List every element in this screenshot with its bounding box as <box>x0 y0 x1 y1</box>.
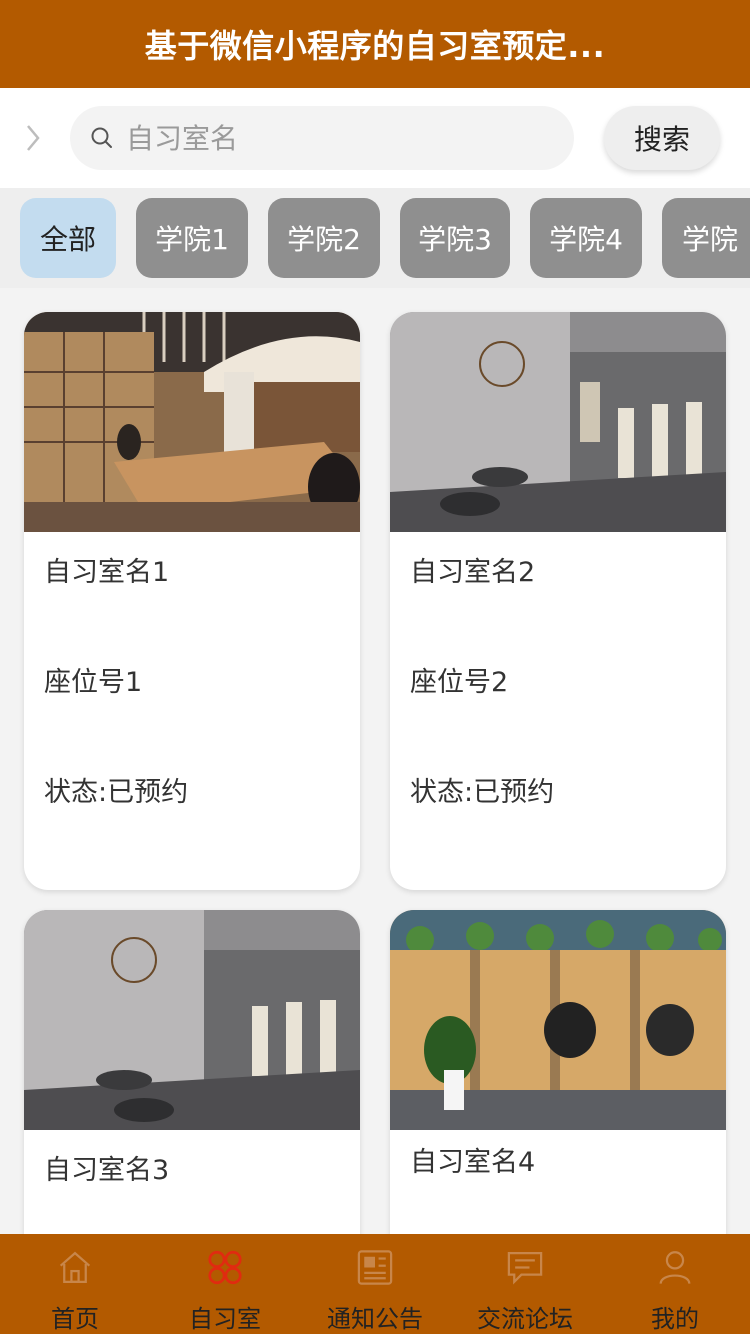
tab-home[interactable]: 首页 <box>0 1234 150 1334</box>
search-icon <box>91 127 112 148</box>
room-status: 状态:已预约 <box>410 777 555 808</box>
tab-label: 交流论坛 <box>477 1305 573 1333</box>
room-card[interactable]: 自习室名2 座位号2 状态:已预约 <box>390 312 726 890</box>
category-chip[interactable]: 学院1 <box>136 198 248 278</box>
title-bar: 基于微信小程序的自习室预定... <box>0 0 750 88</box>
room-photo <box>390 312 726 532</box>
bottom-tab-bar: 首页 自习室 通知公告 交流论坛 我的 <box>0 1234 750 1334</box>
category-chip[interactable]: 学院3 <box>400 198 510 278</box>
tab-label: 自习室 <box>189 1305 261 1333</box>
category-filter: 全部 学院1 学院2 学院3 学院4 学院 <box>0 188 750 288</box>
room-name: 自习室名2 <box>410 557 536 588</box>
category-chip[interactable]: 学院 <box>662 198 750 278</box>
tab-study-room[interactable]: 自习室 <box>150 1234 300 1334</box>
tab-profile[interactable]: 我的 <box>600 1234 750 1334</box>
tab-label: 通知公告 <box>327 1305 423 1333</box>
tab-notices[interactable]: 通知公告 <box>300 1234 450 1334</box>
category-chip-all[interactable]: 全部 <box>20 198 116 278</box>
search-row: 搜索 <box>0 88 750 188</box>
search-input[interactable] <box>126 118 526 158</box>
tab-label: 首页 <box>51 1305 99 1333</box>
user-icon <box>659 1251 691 1284</box>
home-icon <box>59 1251 91 1283</box>
room-photo <box>24 312 360 532</box>
tab-label: 我的 <box>651 1305 699 1333</box>
room-name: 自习室名4 <box>410 1147 536 1178</box>
page: 基于微信小程序的自习室预定... 搜索 全部 学院1 学院2 学院3 学院4 学… <box>0 0 750 1334</box>
page-title: 基于微信小程序的自习室预定... <box>144 27 606 65</box>
chevron-right-icon[interactable] <box>20 120 44 156</box>
room-photo <box>24 910 360 1130</box>
room-card[interactable]: 自习室名3 <box>24 910 360 1234</box>
chat-icon <box>507 1252 543 1285</box>
room-card[interactable]: 自习室名1 座位号1 状态:已预约 <box>24 312 360 890</box>
room-list: 自习室名1 座位号1 状态:已预约 自习室名2 座位号2 状态:已预约 自习室名… <box>0 288 750 1234</box>
room-name: 自习室名3 <box>44 1155 170 1186</box>
grid-icon <box>208 1250 242 1285</box>
category-chip[interactable]: 学院2 <box>268 198 380 278</box>
search-button[interactable]: 搜索 <box>604 106 720 170</box>
tab-forum[interactable]: 交流论坛 <box>450 1234 600 1334</box>
category-chip[interactable]: 学院4 <box>530 198 642 278</box>
search-box[interactable] <box>70 106 574 170</box>
room-status: 状态:已预约 <box>44 777 189 808</box>
room-name: 自习室名1 <box>44 557 170 588</box>
room-photo <box>390 910 726 1130</box>
news-icon <box>357 1250 393 1285</box>
room-card[interactable]: 自习室名4 <box>390 910 726 1234</box>
seat-number: 座位号2 <box>410 667 509 698</box>
seat-number: 座位号1 <box>44 667 143 698</box>
